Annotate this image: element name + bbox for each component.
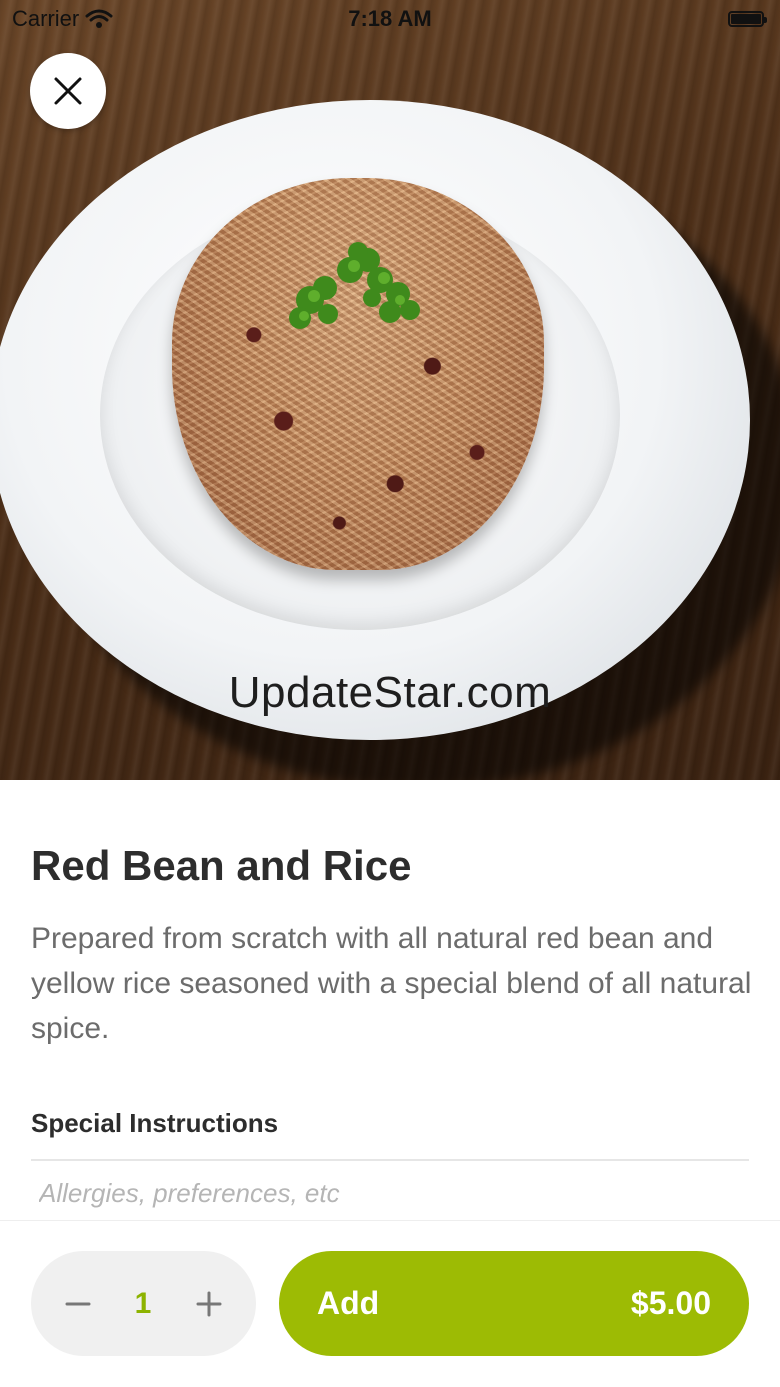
close-icon <box>54 77 82 105</box>
quantity-stepper: 1 <box>31 1251 256 1356</box>
add-to-cart-button[interactable]: Add $5.00 <box>279 1251 749 1356</box>
status-time: 7:18 AM <box>348 6 432 31</box>
add-button-label: Add <box>317 1285 380 1321</box>
special-instructions-label: Special Instructions <box>31 1108 279 1138</box>
minus-icon <box>65 1302 91 1305</box>
item-description: Prepared from scratch with all natural r… <box>31 922 752 1045</box>
battery-icon <box>728 11 767 27</box>
special-instructions-input[interactable] <box>31 1170 765 1216</box>
watermark: UpdateStar.com <box>228 668 552 717</box>
item-title: Red Bean and Rice <box>31 842 412 889</box>
quantity-value: 1 <box>134 1286 152 1320</box>
footer-divider <box>0 1220 780 1221</box>
item-photo: UpdateStar.com <box>0 0 780 780</box>
plus-icon <box>196 1291 222 1316</box>
close-button[interactable] <box>30 53 106 129</box>
increase-quantity-button[interactable] <box>174 1251 244 1356</box>
divider <box>31 1159 749 1161</box>
decrease-quantity-button[interactable] <box>43 1251 113 1356</box>
parsley-garnish <box>289 242 420 329</box>
status-bar: Carrier 7:18 AM <box>0 0 780 40</box>
add-button-price: $5.00 <box>630 1285 711 1321</box>
